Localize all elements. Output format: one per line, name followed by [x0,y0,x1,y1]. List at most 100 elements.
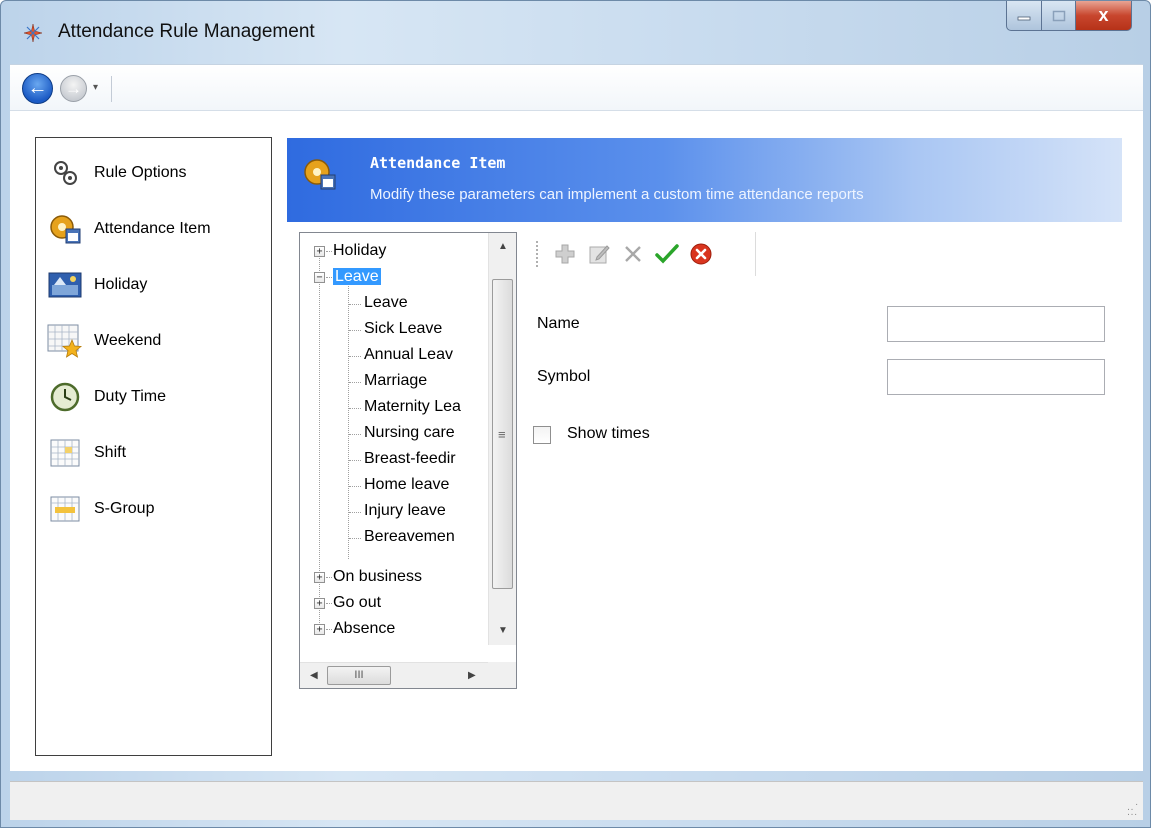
tree-node-bereavement[interactable]: Bereavemen [364,524,455,550]
scroll-up-arrow-icon[interactable]: ▲ [498,241,508,252]
tree-node-label: Holiday [333,242,387,259]
section-title: Attendance Item [370,154,506,172]
title-bar[interactable]: Attendance Rule Management x [1,1,1150,63]
tree-guide-line [349,304,361,305]
delete-button[interactable] [620,241,646,267]
forward-button[interactable]: → [60,75,87,102]
tree-guide-line [349,356,361,357]
tree-guide-line [326,277,332,278]
tree-guide-line [326,251,332,252]
tree-guide-line [326,577,332,578]
scroll-thumb[interactable]: III [327,666,391,685]
collapse-toggle-icon[interactable]: − [314,272,325,283]
symbol-label: Symbol [537,368,591,385]
tree-node-leave-child[interactable]: Leave [364,290,408,316]
sidebar-item-holiday[interactable]: Holiday [46,265,147,305]
maximize-button[interactable] [1042,1,1076,31]
sidebar-item-s-group[interactable]: S-Group [46,489,154,529]
forward-arrow-icon: → [65,78,82,98]
sidebar-item-label: Weekend [94,332,162,349]
tree-node-nursing-care[interactable]: Nursing care [364,420,455,446]
app-star-icon [23,23,43,43]
tree-node-absence[interactable]: Absence [333,616,395,642]
show-times-checkbox[interactable] [533,426,551,444]
tree-node-label: On business [333,568,422,585]
tree-guide-line [349,408,361,409]
back-button[interactable]: ← [22,73,53,104]
shift-grid-icon [46,436,84,470]
scroll-right-arrow-icon[interactable]: ▶ [468,670,476,681]
sidebar-item-rule-options[interactable]: Rule Options [46,153,187,193]
item-action-toolbar [526,232,756,276]
tree-vertical-scrollbar[interactable]: ▲ ≡ ▼ [488,233,516,645]
expand-toggle-icon[interactable]: + [314,246,325,257]
cancel-button[interactable] [688,241,714,267]
show-times-label[interactable]: Show times [567,425,650,443]
client-area: Rule Options Attendance Item Holiday Wee… [10,111,1143,771]
tree-node-marriage[interactable]: Marriage [364,368,427,394]
expand-toggle-icon[interactable]: + [314,572,325,583]
close-icon: x [1098,5,1109,25]
tree-node-maternity-leave[interactable]: Maternity Lea [364,394,461,420]
resize-grip-icon[interactable]: ⠀ .. .. . . [1127,798,1138,818]
gears-icon [46,156,84,190]
app-window: Attendance Rule Management x ← → ▾ Rule … [0,0,1151,828]
section-subtitle: Modify these parameters can implement a … [370,186,864,203]
tree-horizontal-scrollbar[interactable]: ◀ III ▶ [300,662,490,688]
cancel-circle-icon [690,243,712,265]
close-button[interactable]: x [1076,1,1132,31]
expand-toggle-icon[interactable]: + [314,624,325,635]
tree-node-label: Injury leave [364,502,446,519]
scroll-thumb[interactable]: ≡ [492,279,513,589]
tree-node-home-leave[interactable]: Home leave [364,472,449,498]
tree-guide-line [349,460,361,461]
section-header: Attendance Item Modify these parameters … [287,138,1122,222]
tree-node-label: Annual Leav [364,346,453,363]
tree-node-injury-leave[interactable]: Injury leave [364,498,446,524]
scroll-left-arrow-icon[interactable]: ◀ [310,670,318,681]
sidebar-item-shift[interactable]: Shift [46,433,126,473]
minimize-icon [1017,16,1031,20]
tree-guide-line [349,382,361,383]
tree-node-sick-leave[interactable]: Sick Leave [364,316,442,342]
content-area: + Holiday − Leave Leave Sick Leave Annua… [287,222,1122,755]
edit-button[interactable] [586,241,612,267]
sidebar-item-label: Duty Time [94,388,167,405]
expand-toggle-icon[interactable]: + [314,598,325,609]
sidebar-item-weekend[interactable]: Weekend [46,321,161,361]
rule-options-panel: Rule Options Attendance Item Holiday Wee… [35,137,272,756]
tree-node-annual-leave[interactable]: Annual Leav [364,342,453,368]
holiday-picture-icon [46,268,84,302]
scroll-down-arrow-icon[interactable]: ▼ [498,625,508,636]
tree-guide-line [349,330,361,331]
attendance-item-tree[interactable]: + Holiday − Leave Leave Sick Leave Annua… [299,232,517,689]
grip-icon: III [354,669,364,681]
scroll-corner [488,662,516,688]
tree-node-label: Bereavemen [364,528,455,545]
gear-calendar-icon [46,212,84,246]
sidebar-item-label: Shift [94,444,127,461]
tree-node-go-out[interactable]: Go out [333,590,381,616]
sidebar-item-attendance-item[interactable]: Attendance Item [46,209,211,249]
save-button[interactable] [654,241,680,267]
tree-node-label: Absence [333,620,396,637]
tree-guide-line [349,434,361,435]
tree-node-holiday[interactable]: Holiday [333,238,386,264]
clock-icon [46,380,84,414]
minimize-button[interactable] [1006,1,1042,31]
tree-node-breast-feeding[interactable]: Breast-feedir [364,446,456,472]
delete-x-icon [625,246,641,262]
name-input[interactable] [887,306,1105,342]
tree-node-on-business[interactable]: On business [333,564,422,590]
tree-guide-line [326,603,332,604]
symbol-input[interactable] [887,359,1105,395]
tree-node-leave[interactable]: Leave [333,264,381,290]
history-dropdown-icon[interactable]: ▾ [93,82,98,93]
window-title: Attendance Rule Management [58,21,315,42]
grip-icon: ≡ [498,427,506,442]
name-label: Name [537,315,580,332]
add-button[interactable] [552,241,578,267]
sidebar-item-duty-time[interactable]: Duty Time [46,377,166,417]
tree-node-label: Nursing care [364,424,455,441]
tree-node-label: Go out [333,594,382,611]
